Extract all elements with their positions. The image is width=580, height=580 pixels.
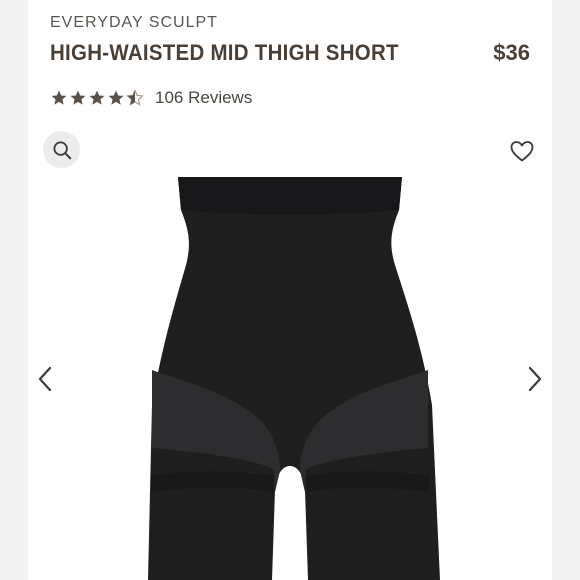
star-icon bbox=[70, 90, 86, 105]
next-image-button[interactable] bbox=[524, 364, 546, 394]
heart-icon bbox=[510, 141, 534, 162]
left-margin bbox=[0, 0, 28, 580]
chevron-right-icon bbox=[528, 366, 542, 392]
waistband bbox=[178, 177, 402, 215]
chevron-left-icon bbox=[38, 366, 52, 392]
star-icon bbox=[51, 90, 67, 105]
star-rating bbox=[50, 89, 145, 107]
previous-image-button[interactable] bbox=[34, 364, 56, 394]
search-icon bbox=[52, 140, 71, 159]
reviews-link[interactable]: 106 Reviews bbox=[155, 88, 252, 108]
garment-body bbox=[148, 177, 440, 580]
wishlist-button[interactable] bbox=[508, 137, 536, 165]
right-margin bbox=[552, 0, 580, 580]
star-icon bbox=[108, 90, 124, 105]
product-image[interactable] bbox=[140, 170, 440, 580]
product-title: HIGH-WAISTED MID THIGH SHORT bbox=[50, 40, 399, 65]
product-price: $36 bbox=[493, 40, 530, 65]
star-icon bbox=[89, 90, 105, 105]
star-half-icon bbox=[126, 89, 144, 106]
brand-name[interactable]: EVERYDAY SCULPT bbox=[50, 14, 218, 32]
zoom-search-button[interactable] bbox=[43, 131, 80, 168]
rating-summary[interactable]: 106 Reviews bbox=[50, 86, 252, 110]
